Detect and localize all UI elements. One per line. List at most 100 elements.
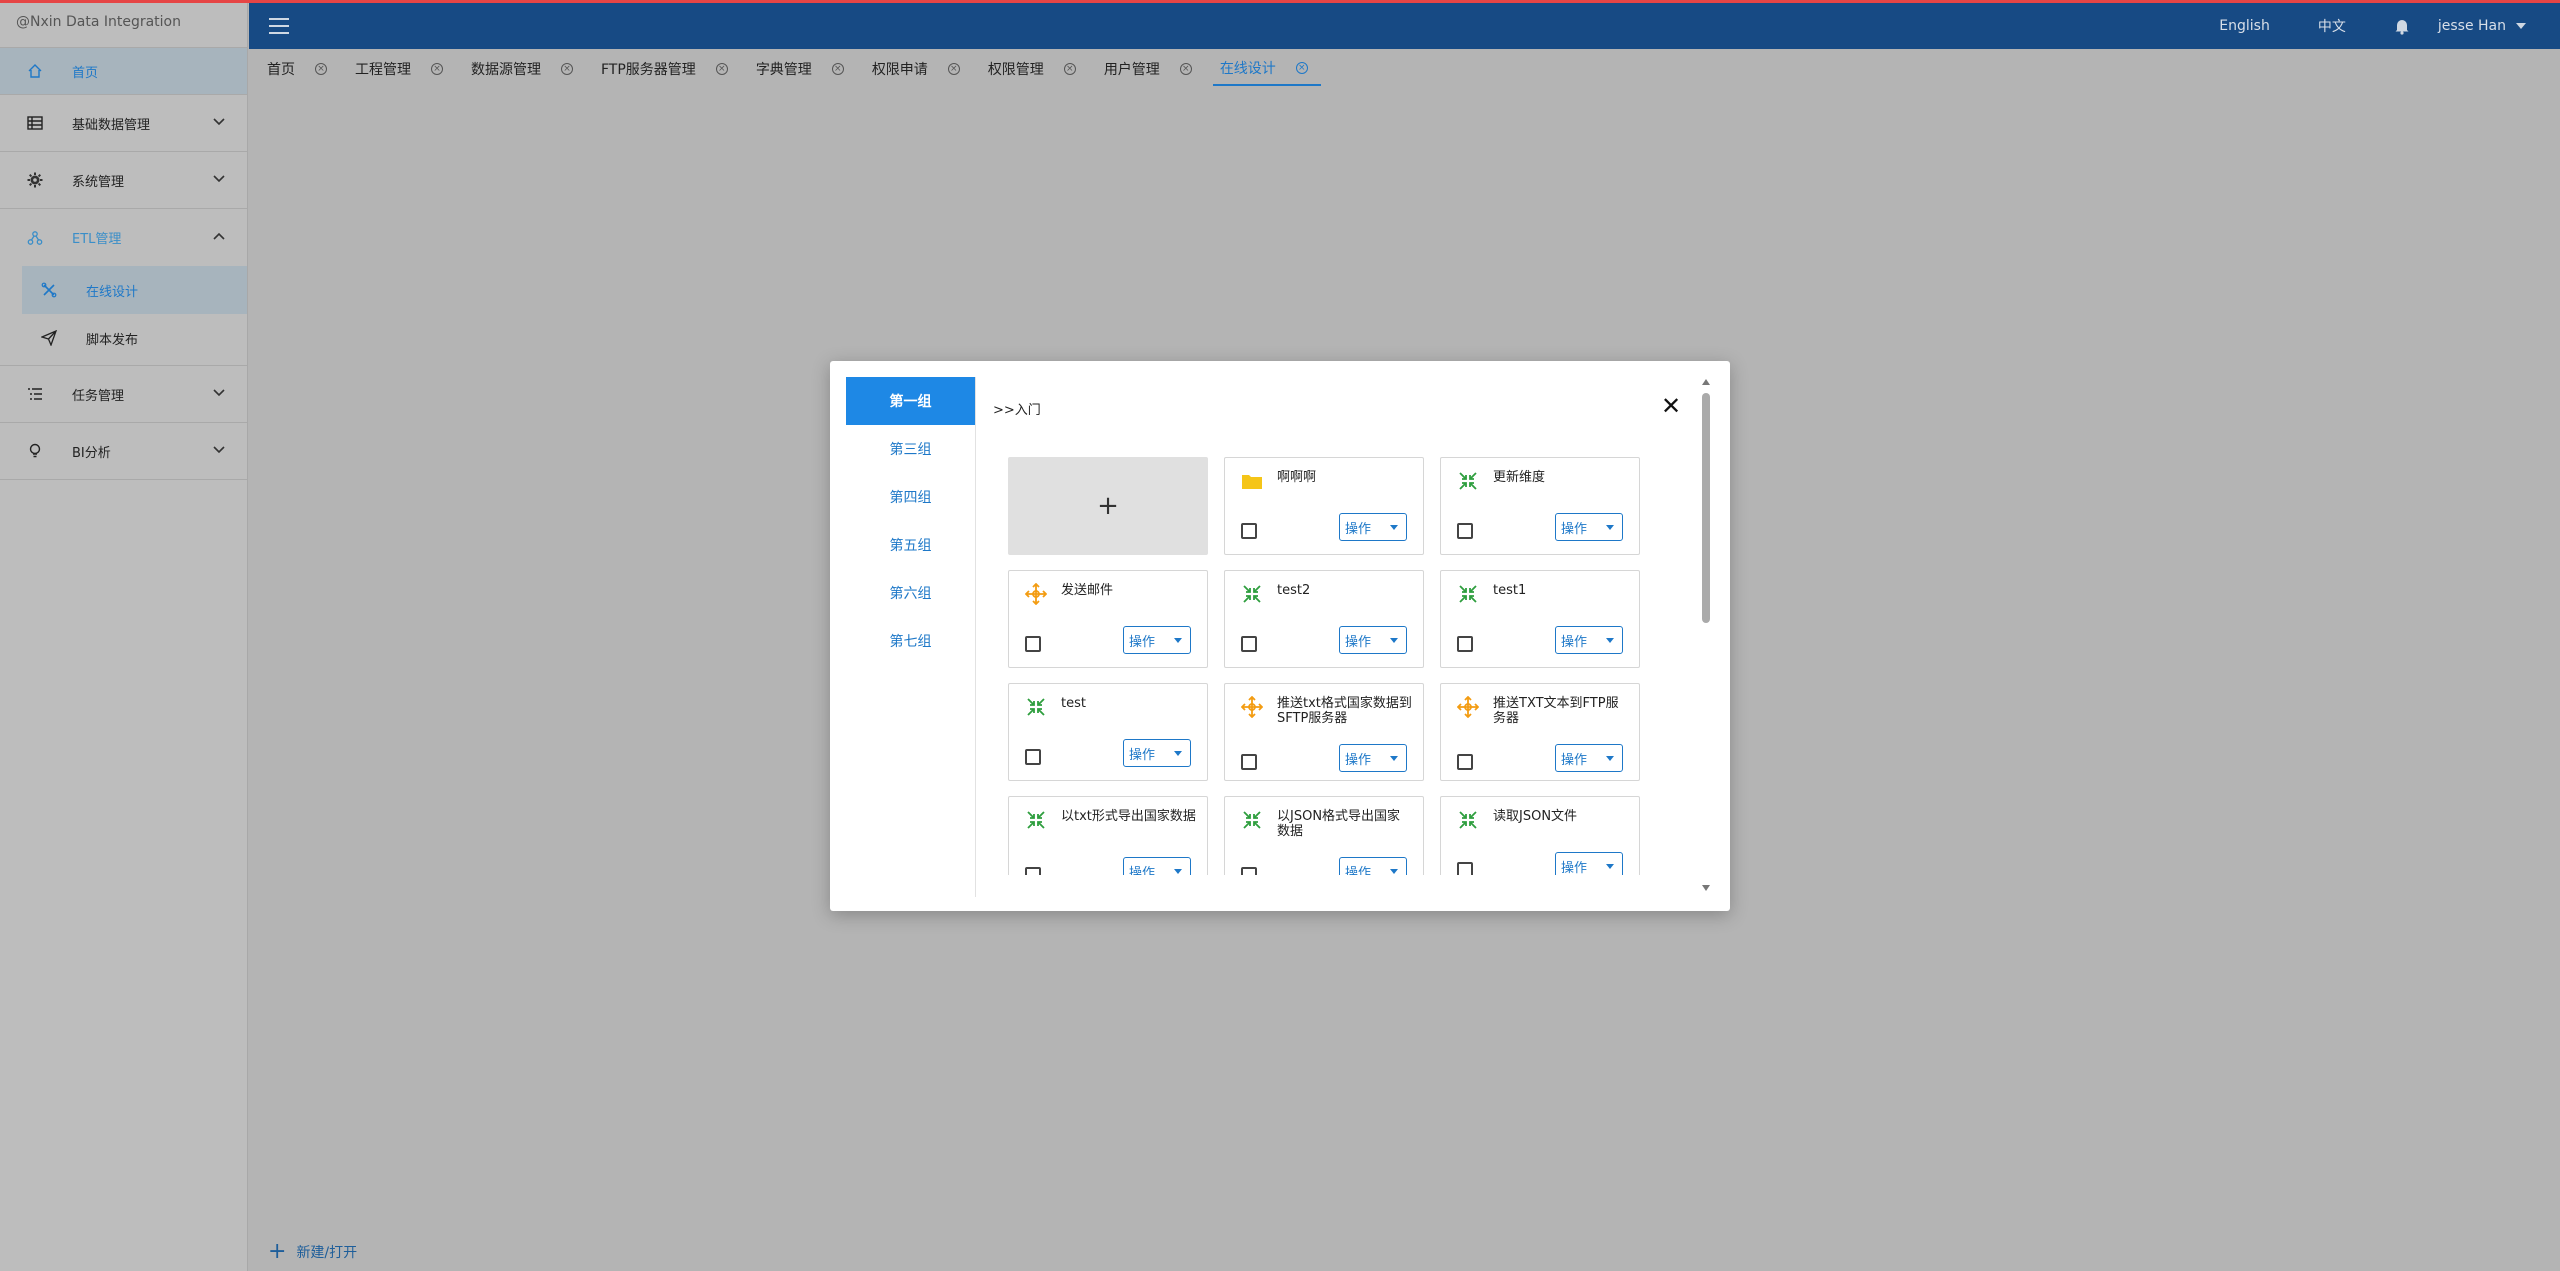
tab-online-design[interactable]: 在线设计 × <box>1212 52 1321 86</box>
operation-dropdown[interactable]: 操作 <box>1555 744 1623 772</box>
tab-datasource[interactable]: 数据源管理 × <box>464 52 594 86</box>
tab-home[interactable]: 首页 × <box>260 52 348 86</box>
file-card[interactable]: 以txt形式导出国家数据操作 <box>1008 796 1208 875</box>
user-menu[interactable]: jesse Han <box>2438 18 2526 34</box>
file-card-name[interactable]: 啊啊啊 <box>1277 470 1413 485</box>
file-card-checkbox[interactable] <box>1457 636 1473 652</box>
group-tab-7[interactable]: 第七组 <box>846 617 975 665</box>
file-card[interactable]: 推送txt格式国家数据到SFTP服务器操作 <box>1224 683 1424 781</box>
sidebar-item-tasks[interactable]: 任务管理 <box>0 366 247 423</box>
operation-dropdown[interactable]: 操作 <box>1123 626 1191 654</box>
sidebar-item-etl[interactable]: ETL管理 <box>0 209 247 266</box>
file-card-checkbox[interactable] <box>1457 523 1473 539</box>
file-card-checkbox[interactable] <box>1025 749 1041 765</box>
file-card[interactable]: test 操作 <box>1008 683 1208 781</box>
caret-down-icon <box>1174 868 1182 874</box>
caret-down-icon <box>1174 637 1182 643</box>
file-card-name[interactable]: test <box>1061 696 1197 711</box>
file-card[interactable]: 更新维度操作 <box>1440 457 1640 555</box>
close-circle-icon[interactable]: × <box>947 63 960 75</box>
close-circle-icon[interactable]: × <box>715 63 728 75</box>
tab-ftp[interactable]: FTP服务器管理 × <box>594 52 749 86</box>
file-card-name[interactable]: 读取JSON文件 <box>1493 809 1629 824</box>
sidebar-item-system[interactable]: 系统管理 <box>0 152 247 209</box>
file-card[interactable]: 推送TXT文本到FTP服务器操作 <box>1440 683 1640 781</box>
caret-down-icon <box>1606 524 1614 530</box>
sidebar-item-bi[interactable]: BI分析 <box>0 423 247 480</box>
close-icon[interactable]: ✕ <box>1658 393 1684 419</box>
operation-dropdown[interactable]: 操作 <box>1339 744 1407 772</box>
file-card[interactable]: test1 操作 <box>1440 570 1640 668</box>
file-card-checkbox[interactable] <box>1241 867 1257 875</box>
close-circle-icon[interactable]: × <box>561 63 573 75</box>
file-card-checkbox[interactable] <box>1241 636 1257 652</box>
operation-dropdown[interactable]: 操作 <box>1555 626 1623 654</box>
tab-project[interactable]: 工程管理 × <box>348 52 464 86</box>
operation-dropdown[interactable]: 操作 <box>1555 852 1623 875</box>
new-open-button[interactable]: + 新建/打开 <box>268 1241 357 1263</box>
file-card-name[interactable]: 以JSON格式导出国家数据 <box>1277 809 1413 839</box>
file-card-checkbox[interactable] <box>1241 523 1257 539</box>
tab-label: 字典管理 <box>755 62 812 78</box>
transform-icon <box>1457 809 1479 831</box>
sidebar-item-home[interactable]: 首页 <box>0 48 247 95</box>
operation-label: 操作 <box>1345 634 1372 650</box>
operation-dropdown[interactable]: 操作 <box>1339 857 1407 875</box>
operation-dropdown[interactable]: 操作 <box>1555 513 1623 541</box>
sidebar-item-basic-data[interactable]: 基础数据管理 <box>0 95 247 152</box>
operation-dropdown[interactable]: 操作 <box>1123 857 1191 875</box>
file-card[interactable]: test2 操作 <box>1224 570 1424 668</box>
add-new-card[interactable]: + <box>1008 457 1208 555</box>
close-circle-icon[interactable]: × <box>431 63 443 75</box>
transform-icon <box>1457 583 1479 605</box>
operation-label: 操作 <box>1561 521 1588 537</box>
group-tab-6[interactable]: 第六组 <box>846 569 975 617</box>
tab-permission-request[interactable]: 权限申请 × <box>865 52 981 86</box>
file-card-name[interactable]: test1 <box>1493 583 1629 598</box>
tab-label: 用户管理 <box>1103 62 1160 78</box>
sidebar-item-label: 脚本发布 <box>86 332 139 348</box>
sidebar-subitem-script-publish[interactable]: 脚本发布 <box>0 314 247 362</box>
breadcrumb[interactable]: >>入门 <box>993 399 1041 418</box>
file-card[interactable]: 以JSON格式导出国家数据操作 <box>1224 796 1424 875</box>
dialog-scrollbar[interactable] <box>1701 379 1711 891</box>
file-card-name[interactable]: 以txt形式导出国家数据 <box>1061 809 1197 824</box>
close-circle-icon[interactable]: × <box>1063 63 1076 75</box>
menu-toggle-icon[interactable] <box>269 18 289 34</box>
lang-chinese[interactable]: 中文 <box>2318 16 2346 36</box>
file-card-checkbox[interactable] <box>1457 754 1473 770</box>
bell-icon[interactable] <box>2394 17 2412 35</box>
file-card-checkbox[interactable] <box>1025 867 1041 875</box>
file-card-name[interactable]: 发送邮件 <box>1061 583 1197 598</box>
tab-dictionary[interactable]: 字典管理 × <box>749 52 865 86</box>
file-card-name[interactable]: 推送txt格式国家数据到SFTP服务器 <box>1277 696 1413 726</box>
group-tab-5[interactable]: 第五组 <box>846 521 975 569</box>
tab-users[interactable]: 用户管理 × <box>1097 52 1213 86</box>
file-card-checkbox[interactable] <box>1025 636 1041 652</box>
close-circle-icon[interactable]: × <box>315 63 327 75</box>
job-icon <box>1025 583 1047 605</box>
file-card-name[interactable]: 更新维度 <box>1493 470 1629 485</box>
group-tab-1[interactable]: 第一组 <box>846 377 975 425</box>
lang-english[interactable]: English <box>2219 18 2270 34</box>
file-card-name[interactable]: test2 <box>1277 583 1413 598</box>
close-circle-icon[interactable]: × <box>831 63 844 75</box>
close-circle-icon[interactable]: × <box>1179 63 1192 75</box>
file-card[interactable]: 读取JSON文件操作 <box>1440 796 1640 875</box>
scroll-up-icon[interactable] <box>1702 379 1710 385</box>
sidebar-subitem-online-design[interactable]: 在线设计 <box>22 266 247 314</box>
group-tab-4[interactable]: 第四组 <box>846 473 975 521</box>
operation-dropdown[interactable]: 操作 <box>1339 626 1407 654</box>
file-card-checkbox[interactable] <box>1457 862 1473 875</box>
tab-permission-manage[interactable]: 权限管理 × <box>981 52 1097 86</box>
scrollbar-thumb[interactable] <box>1702 393 1710 623</box>
close-circle-icon[interactable]: × <box>1295 62 1308 74</box>
scroll-down-icon[interactable] <box>1702 885 1710 891</box>
file-card-name[interactable]: 推送TXT文本到FTP服务器 <box>1493 696 1629 726</box>
operation-dropdown[interactable]: 操作 <box>1339 513 1407 541</box>
file-card[interactable]: 啊啊啊操作 <box>1224 457 1424 555</box>
file-card-checkbox[interactable] <box>1241 754 1257 770</box>
group-tab-3[interactable]: 第三组 <box>846 425 975 473</box>
file-card[interactable]: 发送邮件操作 <box>1008 570 1208 668</box>
operation-dropdown[interactable]: 操作 <box>1123 739 1191 767</box>
